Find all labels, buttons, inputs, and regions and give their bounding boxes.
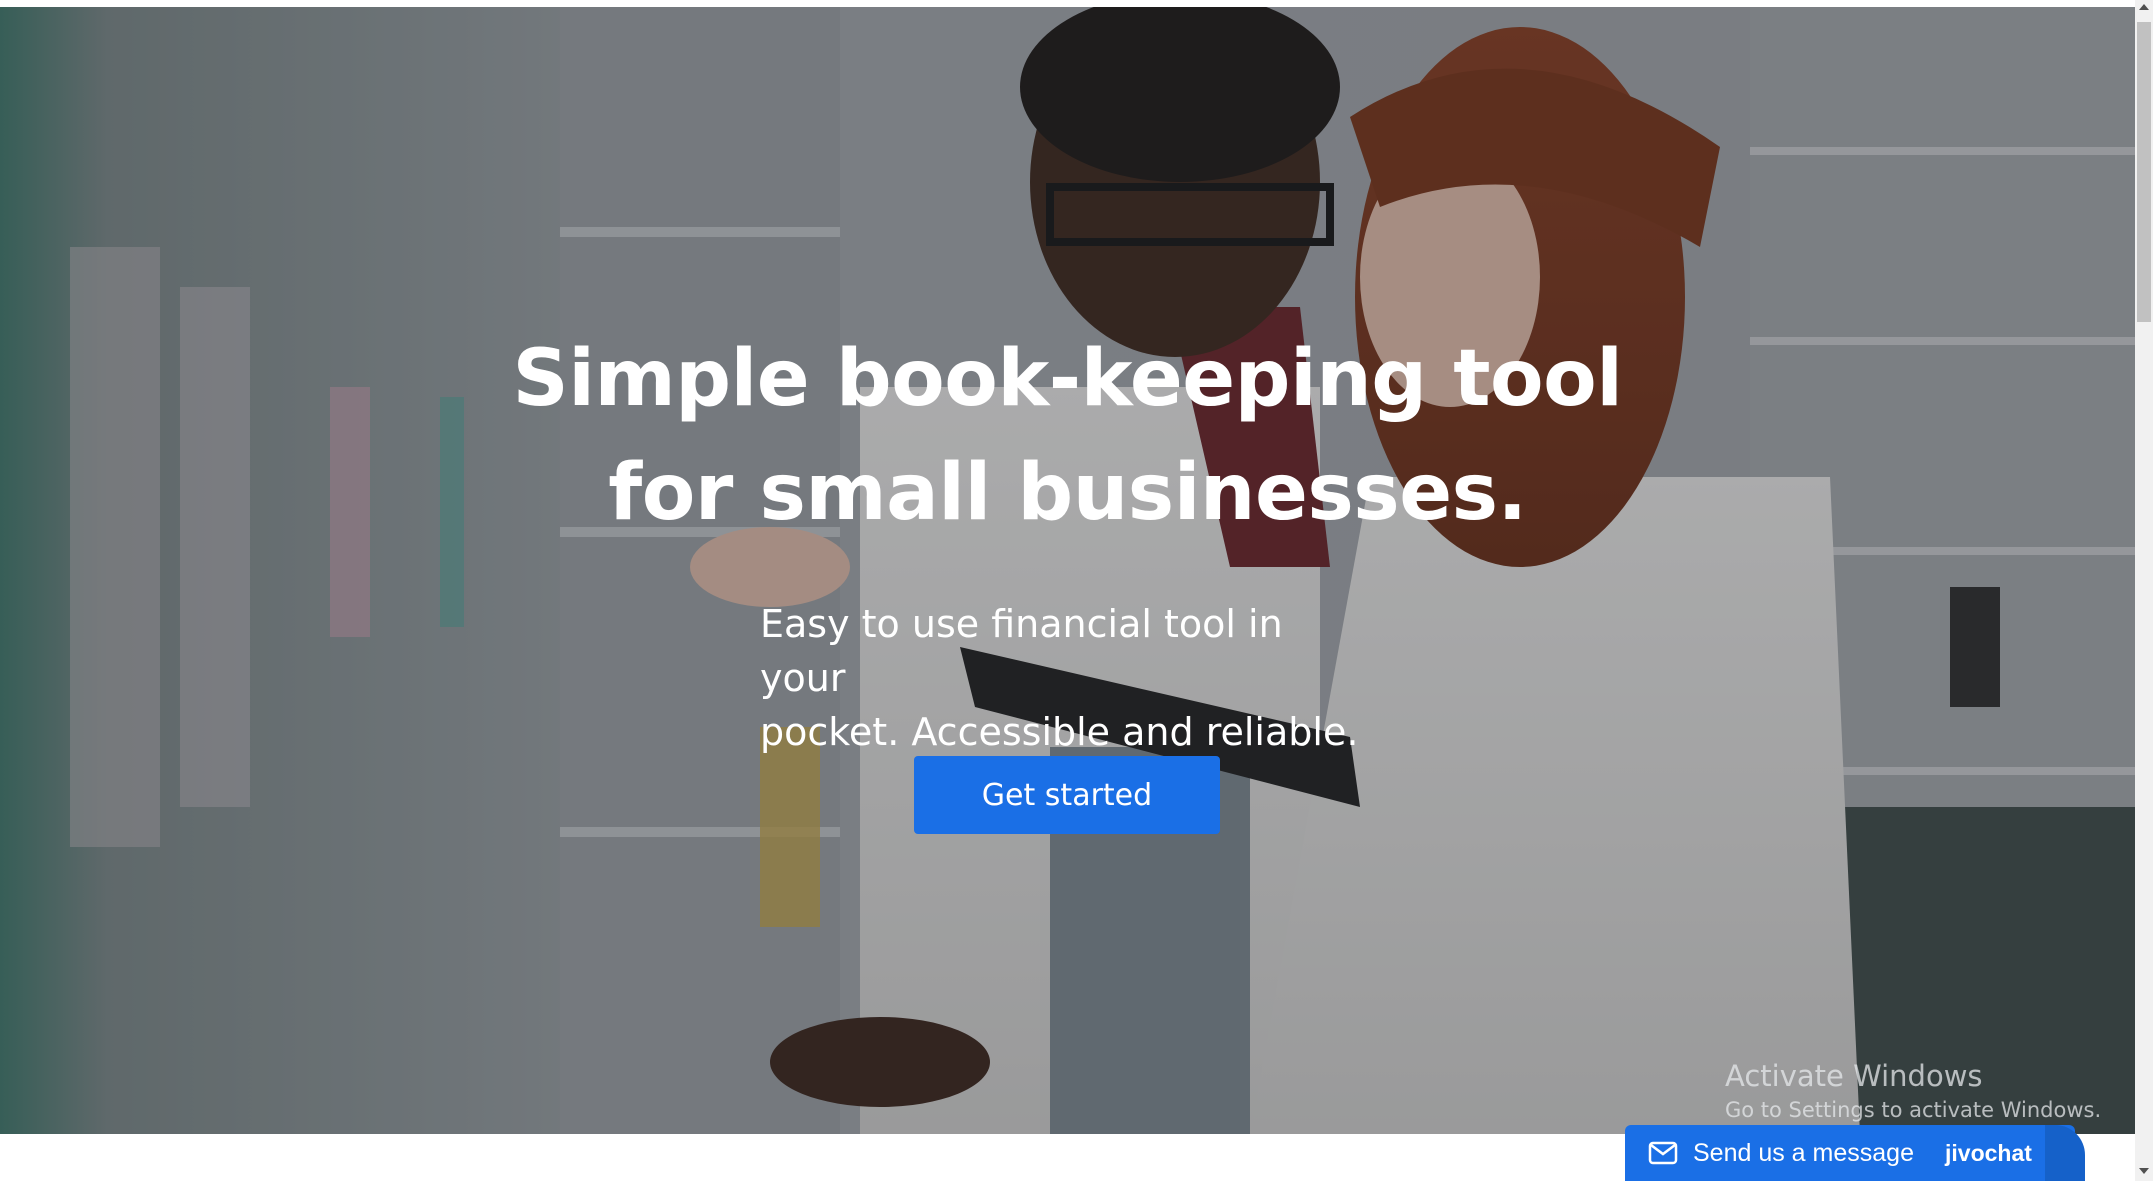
hero-title: Simple book-keeping tool for small busin…	[0, 322, 2135, 550]
hero-overlay	[0, 7, 2135, 1134]
landing-page: Simple book-keeping tool for small busin…	[0, 0, 2153, 1181]
scroll-down-arrow-icon[interactable]	[2139, 1168, 2149, 1174]
top-strip	[0, 0, 2135, 7]
get-started-button[interactable]: Get started	[914, 756, 1220, 834]
hero-section: Simple book-keeping tool for small busin…	[0, 7, 2135, 1134]
scrollbar-thumb[interactable]	[2137, 22, 2151, 322]
watermark-title: Activate Windows	[1725, 1059, 1983, 1093]
hero-subtitle: Easy to use financial tool in your pocke…	[760, 597, 1380, 759]
hero-subtitle-line-1: Easy to use financial tool in your	[760, 602, 1283, 700]
hero-subtitle-line-2: pocket. Accessible and reliable.	[760, 710, 1359, 754]
hero-title-line-2: for small businesses.	[608, 448, 1527, 538]
chat-widget-label: Send us a message	[1693, 1138, 1914, 1167]
hero-title-line-1: Simple book-keeping tool	[512, 334, 1623, 424]
send-message-chat-widget[interactable]: Send us a message jivochat	[1625, 1125, 2085, 1181]
scroll-up-arrow-icon[interactable]	[2139, 4, 2149, 10]
windows-activation-watermark: Activate Windows Go to Settings to activ…	[1725, 1057, 2101, 1125]
mail-icon	[1647, 1137, 1679, 1169]
chat-widget-brand: jivochat	[1945, 1139, 2032, 1166]
watermark-subtitle: Go to Settings to activate Windows.	[1725, 1098, 2102, 1122]
